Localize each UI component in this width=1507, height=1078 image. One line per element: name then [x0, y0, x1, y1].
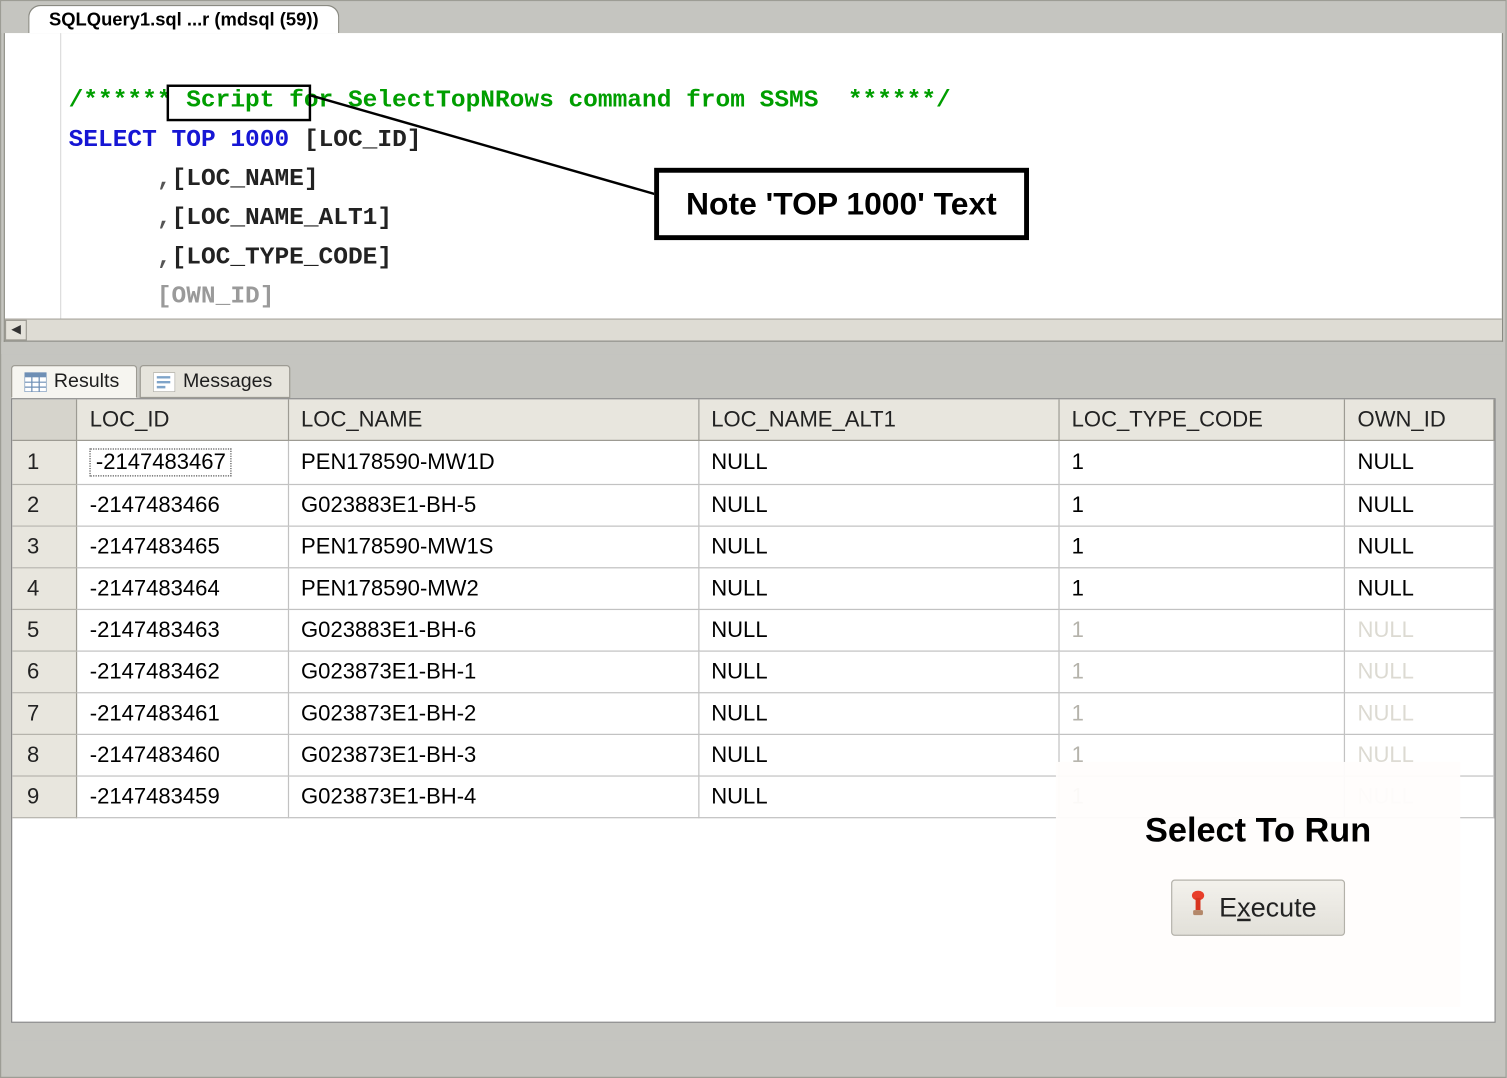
cell-locid[interactable]: -2147483460: [77, 734, 288, 776]
cell-locname[interactable]: PEN178590-MW2: [288, 568, 698, 610]
sql-comma: ,: [157, 165, 172, 193]
cell-ownid[interactable]: NULL: [1345, 651, 1494, 693]
row-number[interactable]: 3: [12, 526, 77, 568]
file-tabstrip: SQLQuery1.sql ...r (mdsql (59)): [1, 1, 1505, 33]
splitter[interactable]: [1, 342, 1505, 354]
cell-locname[interactable]: G023883E1-BH-5: [288, 484, 698, 526]
sql-col-locid: [LOC_ID]: [304, 126, 422, 154]
scroll-left-arrow[interactable]: ◀: [5, 320, 27, 341]
execute-icon: [1190, 891, 1207, 925]
grid-icon: [25, 372, 47, 392]
cell-ownid[interactable]: NULL: [1345, 440, 1494, 484]
tab-messages[interactable]: Messages: [140, 365, 291, 398]
row-number[interactable]: 9: [12, 776, 77, 818]
callout-text: Note 'TOP 1000' Text: [686, 185, 997, 222]
cell-locid[interactable]: -2147483463: [77, 609, 288, 651]
row-number[interactable]: 7: [12, 693, 77, 735]
cell-loctypecode[interactable]: 1: [1059, 568, 1345, 610]
execute-button[interactable]: Execute: [1171, 880, 1344, 936]
table-row[interactable]: 3-2147483465PEN178590-MW1SNULL1NULL: [12, 526, 1494, 568]
sql-select-kw: SELECT: [69, 126, 157, 154]
sql-comma: ,: [157, 205, 172, 233]
table-row[interactable]: 5-2147483463G023883E1-BH-6NULL1NULL: [12, 609, 1494, 651]
tab-messages-label: Messages: [183, 371, 272, 393]
cell-locnamealt1[interactable]: NULL: [698, 776, 1058, 818]
cell-loctypecode[interactable]: 1: [1059, 693, 1345, 735]
cell-locid[interactable]: -2147483464: [77, 568, 288, 610]
messages-icon: [154, 372, 176, 392]
row-number[interactable]: 8: [12, 734, 77, 776]
cell-locid[interactable]: -2147483465: [77, 526, 288, 568]
cell-locid[interactable]: -2147483459: [77, 776, 288, 818]
cell-locnamealt1[interactable]: NULL: [698, 568, 1058, 610]
cell-locid[interactable]: -2147483467: [77, 440, 288, 484]
cell-locname[interactable]: G023873E1-BH-4: [288, 776, 698, 818]
col-header-locnamealt1[interactable]: LOC_NAME_ALT1: [698, 399, 1058, 440]
cell-locname[interactable]: G023883E1-BH-6: [288, 609, 698, 651]
cell-locnamealt1[interactable]: NULL: [698, 734, 1058, 776]
editor-hscrollbar[interactable]: ◀: [5, 319, 1502, 341]
cell-locnamealt1[interactable]: NULL: [698, 484, 1058, 526]
results-grid[interactable]: LOC_ID LOC_NAME LOC_NAME_ALT1 LOC_TYPE_C…: [11, 398, 1496, 1023]
cell-locnamealt1[interactable]: NULL: [698, 526, 1058, 568]
row-number[interactable]: 6: [12, 651, 77, 693]
cell-loctypecode[interactable]: 1: [1059, 484, 1345, 526]
scroll-track[interactable]: [27, 320, 1502, 341]
sql-col-locnamealt1: [LOC_NAME_ALT1]: [172, 205, 393, 233]
cell-locname[interactable]: PEN178590-MW1S: [288, 526, 698, 568]
cell-locnamealt1[interactable]: NULL: [698, 440, 1058, 484]
cell-loctypecode[interactable]: 1: [1059, 526, 1345, 568]
overlay-caption: Select To Run: [1145, 811, 1371, 850]
cell-loctypecode[interactable]: 1: [1059, 440, 1345, 484]
cell-loctypecode[interactable]: 1: [1059, 609, 1345, 651]
cell-ownid[interactable]: NULL: [1345, 526, 1494, 568]
cell-locnamealt1[interactable]: NULL: [698, 693, 1058, 735]
cell-ownid[interactable]: NULL: [1345, 484, 1494, 526]
sql-col-locname: [LOC_NAME]: [172, 165, 319, 193]
execute-label: Execute: [1219, 892, 1316, 924]
file-tab[interactable]: SQLQuery1.sql ...r (mdsql (59)): [28, 5, 339, 33]
sql-comment: /****** Script for SelectTopNRows comman…: [69, 87, 951, 115]
col-header-ownid[interactable]: OWN_ID: [1345, 399, 1494, 440]
cell-locname[interactable]: PEN178590-MW1D: [288, 440, 698, 484]
callout-note: Note 'TOP 1000' Text: [654, 168, 1028, 240]
row-number[interactable]: 1: [12, 440, 77, 484]
annotation-overlay: Select To Run Execute: [1056, 762, 1460, 1007]
cell-locid[interactable]: -2147483462: [77, 651, 288, 693]
cell-locid[interactable]: -2147483466: [77, 484, 288, 526]
col-header-loctypecode[interactable]: LOC_TYPE_CODE: [1059, 399, 1345, 440]
table-row[interactable]: 7-2147483461G023873E1-BH-2NULL1NULL: [12, 693, 1494, 735]
row-number[interactable]: 4: [12, 568, 77, 610]
table-row[interactable]: 1-2147483467PEN178590-MW1DNULL1NULL: [12, 440, 1494, 484]
sql-comma: ,: [157, 244, 172, 272]
row-number[interactable]: 2: [12, 484, 77, 526]
results-pane: Results Messages: [4, 354, 1503, 1040]
table-row[interactable]: 4-2147483464PEN178590-MW2NULL1NULL: [12, 568, 1494, 610]
sql-col-ownid-partial: [OWN_ID]: [157, 283, 275, 311]
cell-locname[interactable]: G023873E1-BH-2: [288, 693, 698, 735]
cell-locnamealt1[interactable]: NULL: [698, 651, 1058, 693]
sql-col-loctypecode: [LOC_TYPE_CODE]: [172, 244, 393, 272]
col-header-locname[interactable]: LOC_NAME: [288, 399, 698, 440]
cell-loctypecode[interactable]: 1: [1059, 651, 1345, 693]
cell-ownid[interactable]: NULL: [1345, 693, 1494, 735]
col-header-locid[interactable]: LOC_ID: [77, 399, 288, 440]
cell-locname[interactable]: G023873E1-BH-1: [288, 651, 698, 693]
cell-locid[interactable]: -2147483461: [77, 693, 288, 735]
sql-editor[interactable]: /****** Script for SelectTopNRows comman…: [4, 33, 1503, 342]
row-number-header[interactable]: [12, 399, 77, 440]
row-number[interactable]: 5: [12, 609, 77, 651]
cell-ownid[interactable]: NULL: [1345, 609, 1494, 651]
results-tabstrip: Results Messages: [11, 361, 1496, 398]
cell-locnamealt1[interactable]: NULL: [698, 609, 1058, 651]
sql-top-kw: TOP 1000: [172, 126, 290, 154]
cell-ownid[interactable]: NULL: [1345, 568, 1494, 610]
table-row[interactable]: 6-2147483462G023873E1-BH-1NULL1NULL: [12, 651, 1494, 693]
table-row[interactable]: 2-2147483466G023883E1-BH-5NULL1NULL: [12, 484, 1494, 526]
cell-locname[interactable]: G023873E1-BH-3: [288, 734, 698, 776]
tab-results[interactable]: Results: [11, 365, 138, 398]
tab-results-label: Results: [54, 371, 119, 393]
